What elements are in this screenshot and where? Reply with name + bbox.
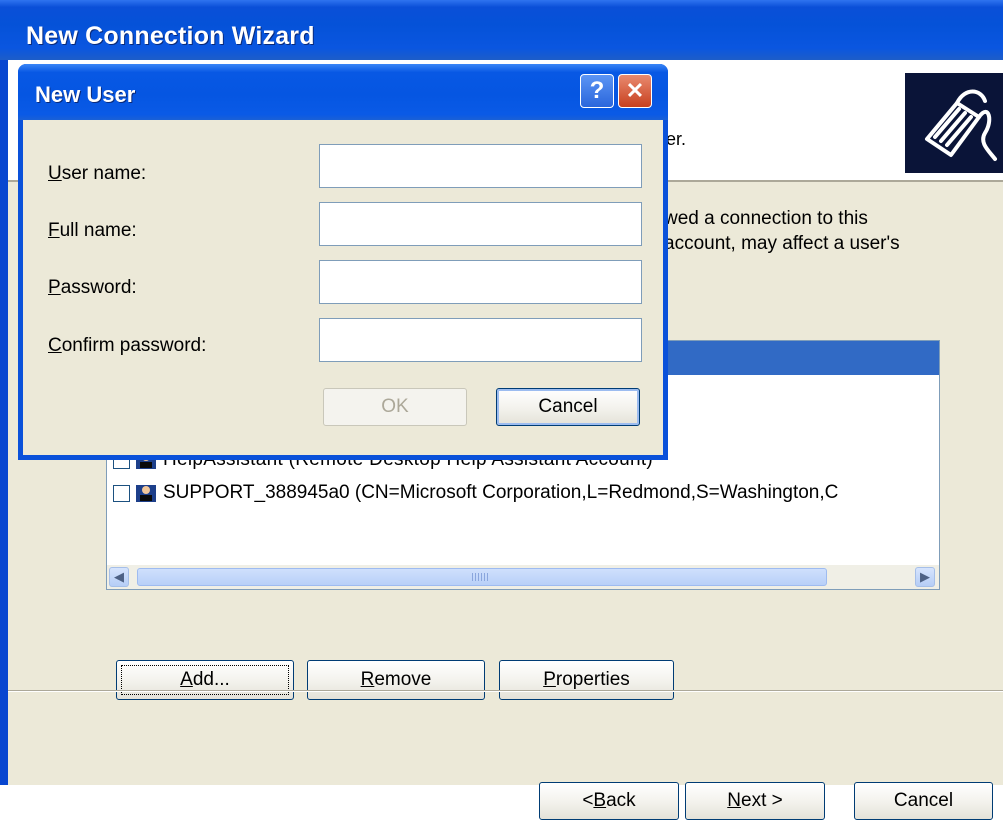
wizard-frame-border [0,60,8,785]
horizontal-scrollbar[interactable]: ◀ ▶ [107,565,939,589]
header-subtitle: er. [666,129,687,149]
full-name-label: Full name: [48,220,137,242]
access-key: P [543,669,556,690]
back-button[interactable]: < Back [539,782,679,820]
access-key: F [48,220,60,241]
confirm-password-input[interactable] [319,318,642,362]
wizard-title: New Connection Wizard [26,22,315,50]
wizard-cancel-button[interactable]: Cancel [854,782,993,820]
access-key: C [48,335,62,356]
dialog-body: User name: Full name: Password: Confirm … [23,120,663,455]
label-text: ser name: [61,163,147,184]
new-user-dialog: New User ? ✕ User name: Full name: Passw… [18,64,668,460]
button-label-part: roperties [555,669,630,690]
next-button[interactable]: Next > [685,782,825,820]
scrollbar-grip [472,573,488,581]
access-key: P [48,277,61,298]
network-cable-icon [905,73,1003,173]
button-label-part: dd... [192,669,230,690]
scroll-left-button[interactable]: ◀ [109,567,129,587]
user-name-input[interactable] [319,144,642,188]
access-key: N [727,790,741,811]
remove-button[interactable]: Remove [307,660,485,700]
button-label-part: ext > [741,790,783,811]
help-icon[interactable]: ? [580,74,614,108]
wizard-description: wed a connection to this account, may af… [664,206,900,256]
dialog-title: New User [35,82,136,107]
list-item-label: SUPPORT_388945a0 (CN=Microsoft Corporati… [163,482,839,503]
user-account-icon [135,482,157,504]
password-input[interactable] [319,260,642,304]
user-checkbox[interactable] [113,484,130,502]
close-icon[interactable]: ✕ [618,74,652,108]
label-text: onfirm password: [61,335,207,356]
label-text: ull name: [59,220,137,241]
wizard-title-bar[interactable]: New Connection Wizard [0,0,1003,60]
ok-button[interactable]: OK [323,388,467,426]
properties-button[interactable]: Properties [499,660,674,700]
add-button[interactable]: Add... [116,660,294,700]
button-label-part: emove [374,669,432,690]
full-name-input[interactable] [319,202,642,246]
description-line: account, may affect a user's [664,233,900,254]
list-item[interactable]: SUPPORT_388945a0 (CN=Microsoft Corporati… [113,479,838,507]
user-name-label: User name: [48,163,146,185]
access-key: U [48,163,62,184]
access-key: A [180,669,193,690]
divider [8,690,1003,692]
password-label: Password: [48,277,137,299]
label-text: assword: [60,277,137,298]
description-line: wed a connection to this [664,208,868,229]
dialog-title-bar[interactable]: New User ? ✕ [18,64,668,120]
access-key: R [360,669,375,690]
confirm-password-label: Confirm password: [48,335,206,357]
scrollbar-thumb[interactable] [137,568,827,586]
scroll-right-button[interactable]: ▶ [915,567,935,587]
button-label-part: ack [606,790,636,811]
button-label-part: < [582,790,594,811]
dialog-cancel-button[interactable]: Cancel [496,388,640,426]
access-key: B [593,790,607,811]
